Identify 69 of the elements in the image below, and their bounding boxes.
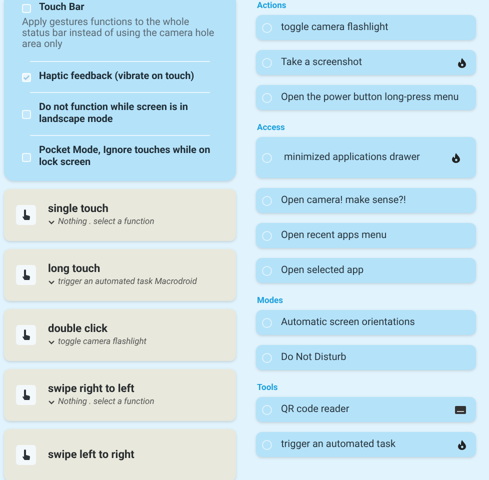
chevron-down-icon xyxy=(48,400,55,404)
section-header: Actions xyxy=(256,0,288,12)
option-label: minimized applications drawer xyxy=(284,151,421,165)
function-option[interactable]: Open the power button long-press menu xyxy=(256,85,476,110)
option-label: Pocket Mode, Ignore touches while on lock screen xyxy=(39,145,212,169)
option-label: QR code reader xyxy=(281,403,350,417)
section-header: Modes xyxy=(256,295,284,307)
chevron-down-icon xyxy=(48,220,55,224)
section-header: Tools xyxy=(256,382,279,394)
option-label: trigger an automated task xyxy=(281,438,397,452)
hand-pointer-icon xyxy=(16,385,36,405)
chevron-down-icon xyxy=(48,280,55,284)
checkbox[interactable] xyxy=(22,4,31,12)
radio-button[interactable] xyxy=(262,92,272,102)
hand-pointer-icon xyxy=(16,325,36,345)
option-label: toggle camera flashlight xyxy=(281,21,390,35)
function-option[interactable]: minimized applications drawer xyxy=(256,137,476,178)
checkbox[interactable] xyxy=(22,72,31,82)
option-label: Do not function while screen is in landscape mode xyxy=(39,102,189,126)
option-label: Do Not Disturb xyxy=(281,351,348,365)
gesture-card[interactable]: swipe left to right xyxy=(4,429,236,480)
option-label: Open the power button long-press menu xyxy=(281,91,460,105)
gesture-action[interactable]: Nothing . select a function xyxy=(58,396,154,408)
section-header: Access xyxy=(256,122,286,134)
function-option[interactable]: trigger an automated task xyxy=(256,432,476,457)
radio-button[interactable] xyxy=(262,22,272,32)
gesture-name: double click xyxy=(48,322,108,336)
hand-pointer-icon xyxy=(16,205,36,225)
gesture-name: swipe right to left xyxy=(48,382,136,396)
option-label: Haptic feedback (vibrate on touch) xyxy=(39,71,194,83)
radio-button[interactable] xyxy=(262,58,272,68)
radio-button[interactable] xyxy=(262,152,272,162)
radio-button[interactable] xyxy=(262,440,272,450)
gesture-action[interactable]: trigger an automated task Macrodroid xyxy=(58,276,197,288)
radio-button[interactable] xyxy=(262,266,272,276)
gesture-card[interactable]: double click toggle camera flashlight xyxy=(4,309,236,361)
option-label: Take a screenshot xyxy=(281,56,363,70)
gesture-name: swipe left to right xyxy=(48,448,134,462)
option-label: Automatic screen orientations xyxy=(281,316,416,330)
option-label: Touch Bar xyxy=(39,2,84,14)
gesture-name: long touch xyxy=(48,262,102,276)
hand-pointer-icon xyxy=(16,265,36,285)
gesture-card[interactable]: swipe right to left Nothing . select a function xyxy=(4,369,236,421)
option-label: Open recent apps menu xyxy=(281,229,388,243)
function-option[interactable]: Open recent apps menu xyxy=(256,223,476,248)
function-option[interactable]: Open selected app xyxy=(256,258,476,283)
function-option[interactable]: QR code reader xyxy=(256,397,476,422)
radio-button[interactable] xyxy=(262,404,272,414)
function-option[interactable]: Do Not Disturb xyxy=(256,345,476,370)
hand-pointer-icon xyxy=(16,445,36,465)
radio-button[interactable] xyxy=(262,318,272,328)
option-label: Open camera! make sense?! xyxy=(281,194,407,208)
option-description: Apply gestures functions to the whole status bar instead of using the camera hole area only xyxy=(22,16,216,52)
function-option[interactable]: Open camera! make sense?! xyxy=(256,188,476,213)
function-option[interactable]: Take a screenshot xyxy=(256,50,476,75)
option-label: Open selected app xyxy=(281,264,365,278)
gesture-action[interactable]: Nothing . select a function xyxy=(58,216,154,228)
gesture-card[interactable]: single touch Nothing . select a function xyxy=(4,189,236,241)
function-option[interactable]: toggle camera flashlight xyxy=(256,15,476,40)
gesture-action[interactable]: toggle camera flashlight xyxy=(58,336,146,348)
radio-button[interactable] xyxy=(262,230,272,240)
checkbox[interactable] xyxy=(22,152,31,162)
gesture-card[interactable]: long touch trigger an automated task Macrodroid xyxy=(4,249,236,301)
gesture-name: single touch xyxy=(48,202,110,216)
radio-button[interactable] xyxy=(262,352,272,362)
checkbox[interactable] xyxy=(22,110,31,118)
function-option[interactable]: Automatic screen orientations xyxy=(256,310,476,335)
chevron-down-icon xyxy=(48,340,55,344)
radio-button[interactable] xyxy=(262,196,272,206)
